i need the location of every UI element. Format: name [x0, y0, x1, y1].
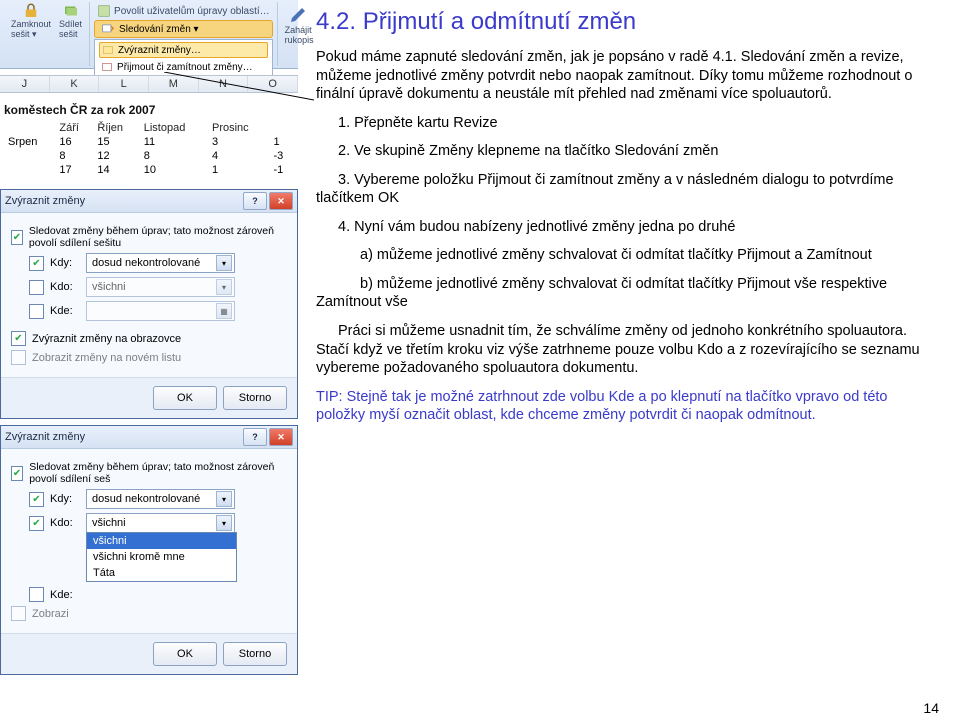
menu-accept-reject[interactable]: Přijmout či zamítnout změny…	[99, 60, 268, 74]
step-3: 3. Vybereme položku Přijmout či zamítnou…	[316, 171, 937, 208]
who-combo[interactable]: všichni ▾	[86, 513, 235, 533]
chevron-down-icon[interactable]: ▾	[216, 255, 232, 271]
intro-paragraph: Pokud máme zapnuté sledování změn, jak j…	[316, 48, 937, 104]
dialog-title: Zvýraznit změny	[5, 195, 85, 207]
dialog-titlebar[interactable]: Zvýraznit změny ? ✕	[1, 426, 297, 449]
newsheet-label: Zobrazit změny na novém listu	[32, 352, 181, 364]
menu-highlight-changes[interactable]: Zvýraznit změny…	[99, 42, 268, 58]
where-checkbox[interactable]	[29, 304, 44, 319]
step-4b: b) můžeme jednotlivé změny schvalovat či…	[316, 275, 937, 312]
cancel-button[interactable]: Storno	[223, 642, 287, 666]
when-value: dosud nekontrolované	[92, 493, 200, 505]
menu-accept-label: Přijmout či zamítnout změny…	[117, 62, 253, 73]
col-letter[interactable]: K	[50, 76, 100, 92]
who-label: Kdo:	[50, 517, 80, 529]
section-heading: 4.2. Přijmutí a odmítnutí změn	[316, 8, 937, 36]
track-changes-button[interactable]: Sledování změn ▾	[94, 20, 273, 38]
close-button[interactable]: ✕	[269, 192, 293, 210]
chevron-down-icon[interactable]: ▾	[216, 515, 232, 531]
allow-edit-ranges-label: Povolit uživatelům úpravy oblastí…	[114, 6, 270, 17]
who-checkbox[interactable]: ✔	[29, 516, 44, 531]
track-changes-menu: Zvýraznit změny… Přijmout či zamítnout z…	[94, 39, 273, 77]
step-1: 1. Přepněte kartu Revize	[316, 114, 937, 133]
col-letter[interactable]: J	[0, 76, 50, 92]
when-checkbox[interactable]: ✔	[29, 256, 44, 271]
dropdown-option[interactable]: Táta	[87, 565, 236, 581]
who-label: Kdo:	[50, 281, 80, 293]
range-picker-icon[interactable]: ▦	[216, 303, 232, 319]
col-letter[interactable]: L	[99, 76, 149, 92]
help-button[interactable]: ?	[243, 428, 267, 446]
step-2: 2. Ve skupině Změny klepneme na tlačítko…	[316, 142, 937, 161]
highlight-changes-dialog-1: Zvýraznit změny ? ✕ ✔ Sledovat změny běh…	[0, 189, 298, 419]
cancel-button[interactable]: Storno	[223, 386, 287, 410]
share-workbook-button[interactable]: Sdílet sešit	[56, 2, 85, 40]
newsheet-checkbox[interactable]	[11, 350, 26, 365]
column-letter-bar: J K L M N O	[0, 75, 298, 93]
allow-edit-ranges-button[interactable]: Povolit uživatelům úpravy oblastí…	[94, 4, 273, 18]
step-4a: a) můžeme jednotlivé změny schvalovat či…	[316, 246, 937, 265]
where-label: Kde:	[50, 589, 80, 601]
who-checkbox[interactable]	[29, 280, 44, 295]
help-button[interactable]: ?	[243, 192, 267, 210]
show-checkbox[interactable]	[11, 606, 26, 621]
highlight-icon	[102, 44, 114, 56]
who-combo[interactable]: všichni ▾	[86, 277, 235, 297]
onscreen-checkbox[interactable]: ✔	[11, 331, 26, 346]
lock-workbook-button[interactable]: Zamknout sešit ▾	[8, 2, 54, 40]
track-changes-checkbox-label: Sledovat změny během úprav; tato možnost…	[29, 225, 287, 249]
col-letter[interactable]: N	[199, 76, 249, 92]
who-value: všichni	[92, 517, 126, 529]
show-label: Zobrazi	[32, 608, 69, 620]
accept-reject-icon	[101, 61, 113, 73]
dropdown-option[interactable]: všichni kromě mne	[87, 549, 236, 565]
lock-workbook-label: Zamknout sešit ▾	[11, 20, 51, 40]
col-letter[interactable]: O	[248, 76, 298, 92]
chevron-down-icon[interactable]: ▾	[216, 279, 232, 295]
lock-icon	[22, 2, 40, 20]
when-combo[interactable]: dosud nekontrolované ▾	[86, 253, 235, 273]
ribbon: Zamknout sešit ▾ Sdílet sešit Povolit už…	[0, 0, 298, 69]
when-value: dosud nekontrolované	[92, 257, 200, 269]
sheet-title: koměstech ČR za rok 2007	[4, 103, 294, 117]
where-checkbox[interactable]	[29, 587, 44, 602]
where-label: Kde:	[50, 305, 80, 317]
document-body: 4.2. Přijmutí a odmítnutí změn Pokud mám…	[298, 0, 959, 724]
col-letter[interactable]: M	[149, 76, 199, 92]
closing-paragraph: Práci si můžeme usnadnit tím, že schválí…	[316, 322, 937, 378]
ok-button[interactable]: OK	[153, 642, 217, 666]
highlight-changes-dialog-2: Zvýraznit změny ? ✕ ✔ Sledovat změny běh…	[0, 425, 298, 675]
ok-button[interactable]: OK	[153, 386, 217, 410]
track-changes-icon	[101, 22, 115, 36]
table-row: Srpen 16 15 11 3 1	[4, 135, 294, 149]
page-number: 14	[923, 700, 939, 716]
who-dropdown: všichni všichni kromě mne Táta	[86, 532, 237, 582]
dialog-title: Zvýraznit změny	[5, 431, 85, 443]
step-4: 4. Nyní vám budou nabízeny jednotlivé zm…	[316, 218, 937, 237]
grid-lock-icon	[97, 4, 111, 18]
when-label: Kdy:	[50, 257, 80, 269]
track-changes-checkbox[interactable]: ✔	[11, 230, 23, 245]
table-row: 17 14 10 1 -1	[4, 163, 294, 177]
when-label: Kdy:	[50, 493, 80, 505]
share-icon	[62, 2, 80, 20]
track-changes-checkbox-label: Sledovat změny během úprav; tato možnost…	[29, 461, 287, 485]
share-workbook-label: Sdílet sešit	[59, 20, 82, 40]
where-field[interactable]: ▦	[86, 301, 235, 321]
table-row: 8 12 8 4 -3	[4, 149, 294, 163]
onscreen-label: Zvýraznit změny na obrazovce	[32, 333, 181, 345]
when-combo[interactable]: dosud nekontrolované ▾	[86, 489, 235, 509]
track-changes-label: Sledování změn ▾	[119, 24, 199, 35]
who-value: všichni	[92, 281, 126, 293]
track-changes-checkbox[interactable]: ✔	[11, 466, 23, 481]
chevron-down-icon[interactable]: ▾	[216, 491, 232, 507]
dialog-titlebar[interactable]: Zvýraznit změny ? ✕	[1, 190, 297, 213]
spreadsheet-snippet: koměstech ČR za rok 2007 Září Říjen List…	[0, 99, 298, 183]
dropdown-option[interactable]: všichni	[87, 533, 236, 549]
tip-paragraph: TIP: Stejně tak je možné zatrhnout zde v…	[316, 388, 937, 425]
when-checkbox[interactable]: ✔	[29, 492, 44, 507]
close-button[interactable]: ✕	[269, 428, 293, 446]
menu-highlight-label: Zvýraznit změny…	[118, 45, 201, 56]
